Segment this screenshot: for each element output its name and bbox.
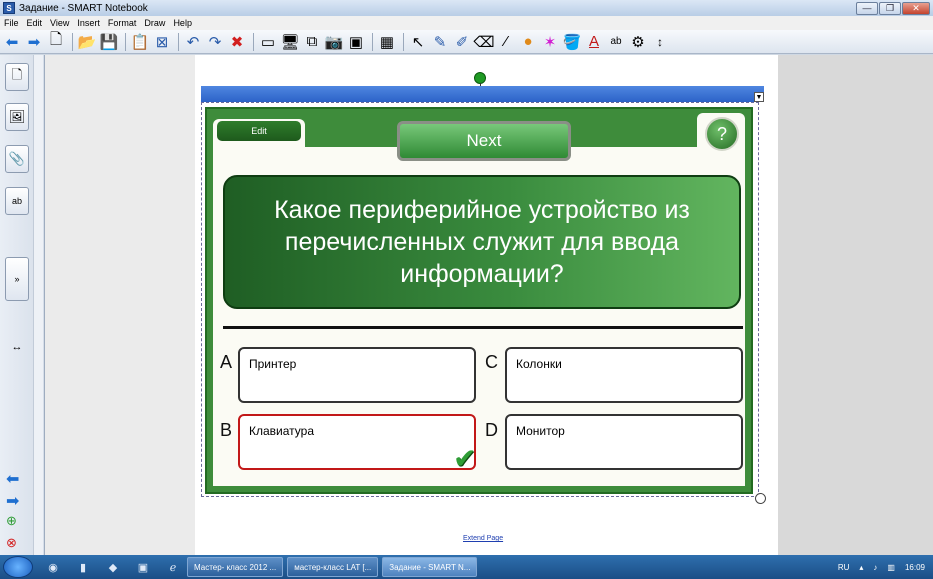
answer-option-d[interactable]: Монитор [505,414,743,470]
object-title-bar[interactable] [201,86,764,102]
side-panel: 🗋 🖼 📎 ab » ↔ ⬅ ➡ ⊕ ⊗ [0,55,45,555]
taskbar-item-presentation[interactable]: Мастер- класс 2012 ... [187,557,284,577]
creative-pen-icon[interactable]: ✐ [452,32,472,52]
help-button[interactable]: ? [705,117,739,151]
undo-icon[interactable]: ↶ [183,32,203,52]
toolbar-separator [178,32,179,51]
extend-page-link[interactable]: Extend Page [463,535,503,542]
shape-icon[interactable]: ● [518,32,538,52]
select-icon[interactable]: ↖ [408,32,428,52]
maximize-button[interactable]: ❐ [879,1,901,15]
prev-page-icon[interactable]: ⬅ [6,469,19,489]
toolbar-separator [253,32,254,51]
move-toolbar-icon[interactable]: ↕ [650,32,670,52]
pen-icon[interactable]: ✎ [430,32,450,52]
answer-option-a[interactable]: Принтер [238,347,476,403]
workspace: ▼ Edit Next ? Какое периферийное устройс… [45,55,933,555]
screen-shade-icon[interactable]: ▭ [258,32,278,52]
menu-view[interactable]: View [46,18,73,28]
taskbar-item-word[interactable]: мастер-класс LAT [... [287,557,379,577]
toolbar-separator [403,32,404,51]
text-icon[interactable]: A [584,32,604,52]
menu-edit[interactable]: Edit [23,18,47,28]
menu-format[interactable]: Format [104,18,141,28]
full-screen-icon[interactable]: 🖥 [280,32,300,52]
magic-pen-icon[interactable]: ✶ [540,32,560,52]
browser-icon[interactable]: ℯ [163,558,183,576]
main-toolbar: ⬅ ➡ 🗋 📂 💾 📋 ⊠ ↶ ↷ ✖ ▭ 🖥 ⧉ 📷 ▣ ▦ ↖ ✎ ✐ ⌫ … [0,30,933,54]
collapse-panel-icon[interactable]: » [5,257,29,301]
page-sorter-tab-icon[interactable]: 🗋 [5,63,29,91]
resize-handle[interactable] [755,493,766,504]
side-panel-scrollbar[interactable] [33,55,43,555]
fill-icon[interactable]: 🪣 [562,32,582,52]
recognize-icon[interactable]: ab [606,32,626,52]
next-page-icon[interactable]: ➡ [6,491,19,511]
answer-letter-b: B [220,420,233,440]
divider-line [223,326,743,329]
dual-display-icon[interactable]: ⧉ [302,32,322,52]
answer-option-b[interactable]: Клавиатура [238,414,476,470]
document-icon[interactable]: ▮ [73,558,93,576]
answer-letter-c: C [485,352,498,372]
menu-insert[interactable]: Insert [73,18,104,28]
delete-page-icon[interactable]: ⊠ [152,32,172,52]
correct-check-icon: ✔ [453,443,477,474]
title-bar: S Задание - SMART Notebook — ❐ ✕ [0,0,933,16]
toolbar-separator [72,32,73,51]
paste-icon[interactable]: 📋 [130,32,150,52]
window-icon[interactable]: ▣ [133,558,153,576]
system-tray: RU ▴ ♪ ▥ 16:09 [838,563,933,572]
window-title: Задание - SMART Notebook [19,2,148,14]
properties-icon[interactable]: ⚙ [628,32,648,52]
answer-letter-d: D [485,420,498,440]
canvas-margin [778,55,933,555]
taskbar-item-smart-notebook[interactable]: Задание - SMART N... [382,557,478,577]
menu-help[interactable]: Help [169,18,196,28]
network-icon[interactable]: ▥ [887,563,895,572]
edit-button[interactable]: Edit [217,121,301,141]
save-icon[interactable]: 💾 [99,32,119,52]
object-menu-icon[interactable]: ▼ [754,92,764,102]
forward-icon[interactable]: ➡ [24,32,44,52]
open-icon[interactable]: 📂 [77,32,97,52]
answer-letter-a: A [220,352,233,372]
question-text: Какое периферийное устройство из перечис… [223,175,741,309]
document-camera-icon[interactable]: ▣ [346,32,366,52]
properties-tab-icon[interactable]: ab [5,187,29,215]
menu-file[interactable]: File [0,18,23,28]
taskbar: ◉ ▮ ◆ ▣ ℯ Мастер- класс 2012 ... мастер-… [0,555,933,579]
redo-icon[interactable]: ↷ [205,32,225,52]
table-icon[interactable]: ▦ [377,32,397,52]
delete-page-side-icon[interactable]: ⊗ [6,535,17,551]
add-page-icon[interactable]: 🗋 [46,31,66,52]
user-icon[interactable]: ◆ [103,558,123,576]
resize-arrows-icon[interactable]: ↔ [5,333,29,361]
attachments-tab-icon[interactable]: 📎 [5,145,29,173]
menu-draw[interactable]: Draw [140,18,169,28]
toolbar-separator [372,32,373,51]
clock[interactable]: 16:09 [905,563,925,572]
language-indicator[interactable]: RU [838,563,850,572]
start-button[interactable] [3,556,33,578]
close-button[interactable]: ✕ [902,1,930,15]
capture-icon[interactable]: 📷 [324,32,344,52]
back-icon[interactable]: ⬅ [2,32,22,52]
volume-icon[interactable]: ♪ [873,563,877,572]
smart-notebook-app-icon: S [3,2,15,14]
media-player-icon[interactable]: ◉ [43,558,63,576]
quiz-board: Edit Next ? Какое периферийное устройств… [205,107,753,494]
line-icon[interactable]: ⁄ [496,32,516,52]
menu-bar: File Edit View Insert Format Draw Help [0,16,933,30]
gallery-tab-icon[interactable]: 🖼 [5,103,29,131]
delete-icon[interactable]: ✖ [227,32,247,52]
add-page-side-icon[interactable]: ⊕ [6,513,17,529]
eraser-icon[interactable]: ⌫ [473,32,494,52]
next-button[interactable]: Next [397,121,571,161]
toolbar-separator [125,32,126,51]
tray-arrow-icon[interactable]: ▴ [859,563,863,572]
minimize-button[interactable]: — [856,1,878,15]
answer-option-c[interactable]: Колонки [505,347,743,403]
